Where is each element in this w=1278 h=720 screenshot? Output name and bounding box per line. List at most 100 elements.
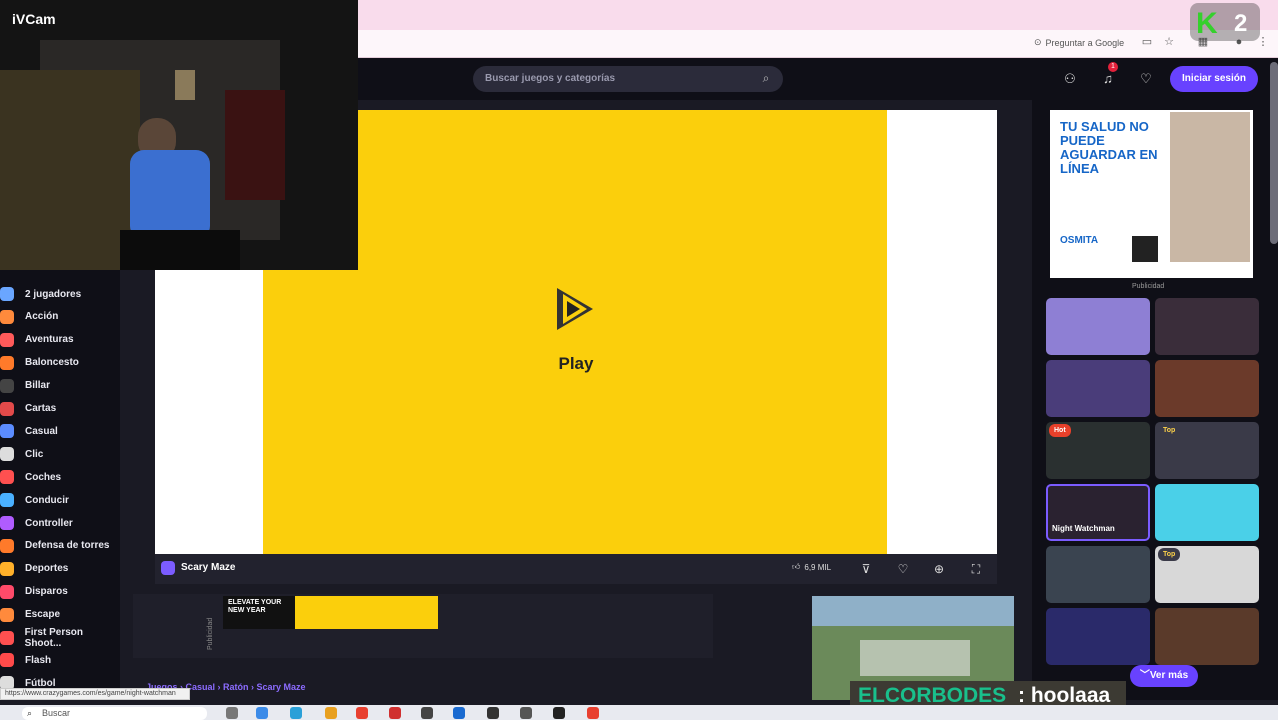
sidebar-item[interactable]: Aventuras — [0, 329, 120, 351]
game-title: Scary Maze — [181, 562, 236, 573]
ad-label: Publicidad — [207, 617, 214, 650]
webcam-poster — [0, 70, 140, 270]
sidebar-item[interactable]: Cartas — [0, 398, 120, 420]
ad-banner-text[interactable]: ELEVATE YOUR NEW YEAR — [223, 596, 295, 629]
casual-icon — [0, 424, 14, 439]
game-thumbnail[interactable]: Top — [1155, 546, 1259, 603]
chevron-down-icon: ﹀ — [1139, 670, 1150, 681]
friends-icon[interactable]: ⚇ — [1056, 66, 1084, 92]
search-icon[interactable]: ⌕ — [758, 71, 774, 87]
page-scrollbar[interactable] — [1270, 62, 1278, 244]
brave-icon[interactable] — [389, 707, 401, 719]
webcam-door — [225, 90, 285, 200]
game-thumbnail[interactable] — [1155, 608, 1259, 665]
obs-icon[interactable] — [553, 707, 565, 719]
car-icon — [0, 470, 14, 485]
heart-icon[interactable]: ♡ — [1132, 66, 1160, 92]
game-thumbnail[interactable]: Hot — [1046, 422, 1150, 479]
share-icon[interactable]: ⊕ — [929, 559, 949, 579]
taskbar-search[interactable]: Buscar — [22, 707, 207, 720]
task-view-icon[interactable] — [226, 707, 238, 719]
sidebar-item[interactable]: Deportes — [0, 558, 120, 580]
explorer-icon[interactable] — [325, 707, 337, 719]
k2-logo: K 2 — [1190, 3, 1260, 41]
game-thumbnail[interactable] — [1046, 546, 1150, 603]
game-thumbnail[interactable] — [1155, 298, 1259, 355]
ver-mas-button[interactable]: ﹀Ver más — [1130, 665, 1198, 687]
sidebar-item[interactable]: 2 jugadores — [0, 283, 120, 305]
sidebar-item-label: Disparos — [25, 586, 68, 598]
favorite-heart-icon[interactable]: ♡ — [893, 559, 913, 579]
game-thumbnail[interactable] — [1046, 608, 1150, 665]
sidebar-item-label: First Person Shoot... — [24, 626, 84, 649]
sidebar-item[interactable]: Coches — [0, 466, 120, 488]
tower-icon — [0, 538, 14, 553]
cast-icon[interactable]: ▭ — [1140, 35, 1154, 49]
door-icon — [0, 607, 14, 622]
sidebar-item-label: Aventuras — [25, 334, 74, 346]
sidebar-item[interactable]: Clic — [0, 443, 120, 465]
webcam-frame — [175, 70, 195, 100]
like-button[interactable]: 👍︎ 6,9 MIL — [792, 562, 831, 572]
flash-icon — [0, 653, 14, 668]
ver-mas-label: Ver más — [1149, 670, 1189, 681]
sidebar-item[interactable]: Defensa de torres — [0, 535, 120, 557]
bookmark-star-icon[interactable]: ☆ — [1162, 35, 1176, 49]
crosshair-icon — [0, 630, 14, 645]
login-button[interactable]: Iniciar sesión — [1170, 66, 1258, 92]
thumbs-up-icon: 👍︎ — [792, 562, 801, 571]
sidebar-item[interactable]: Conducir — [0, 489, 120, 511]
sidebar-item-label: Controller — [25, 517, 73, 529]
game-thumbnail[interactable] — [1155, 484, 1259, 541]
fullscreen-icon[interactable]: ⛶ — [966, 559, 986, 579]
side-ad-label: Publicidad — [1132, 283, 1165, 290]
ask-google-button[interactable]: ⊙ Preguntar a Google — [1034, 37, 1124, 48]
notification-badge: 1 — [1108, 62, 1118, 72]
basketball-icon — [0, 355, 14, 370]
webcam-desk — [120, 230, 240, 270]
sidebar-item[interactable]: Casual — [0, 420, 120, 442]
sidebar-item-label: Billar — [25, 380, 51, 392]
chrome-icon[interactable] — [356, 707, 368, 719]
sports-icon — [0, 561, 14, 576]
sidebar-item[interactable]: Flash — [0, 649, 120, 671]
sidebar-item[interactable]: Billar — [0, 375, 120, 397]
sidebar-item[interactable]: First Person Shoot... — [0, 627, 120, 649]
side-ad-headline: TU SALUD NO PUEDE AGUARDAR EN LÍNEA — [1060, 119, 1158, 176]
sidebar-item-label: 2 jugadores — [25, 288, 82, 300]
like-count: 6,9 MIL — [804, 562, 832, 572]
ask-google-label: Preguntar a Google — [1045, 37, 1125, 48]
search-input[interactable]: Buscar juegos y categorías — [473, 66, 783, 92]
game-thumbnail[interactable] — [1046, 360, 1150, 417]
sidebar-item[interactable]: Controller — [0, 512, 120, 534]
thumbnail-label: Night Watchman — [1052, 524, 1115, 533]
sidebar-item[interactable]: Baloncesto — [0, 352, 120, 374]
app2-icon[interactable] — [487, 707, 499, 719]
gamepad-icon — [0, 516, 14, 530]
app-icon[interactable] — [421, 707, 433, 719]
thumbs-down-icon[interactable]: ⊽ — [856, 559, 876, 579]
edge-icon[interactable] — [256, 707, 268, 719]
cards-icon — [0, 401, 14, 416]
sidebar-item-label: Cartas — [25, 403, 57, 414]
sidebar-item[interactable]: Acción — [0, 306, 120, 328]
svg-text:K: K — [1196, 7, 1218, 40]
sidebar-item[interactable]: Escape — [0, 604, 120, 626]
game-thumbnail[interactable] — [1155, 360, 1259, 417]
webcam-person-body — [130, 150, 210, 240]
sidebar-item-label: Casual — [25, 425, 58, 437]
webcam-title: iVCam — [12, 11, 56, 27]
play-icon[interactable] — [553, 286, 599, 332]
game-thumbnail[interactable]: Top — [1155, 422, 1259, 479]
billiard-icon — [0, 378, 14, 393]
game-thumbnail[interactable] — [1046, 298, 1150, 355]
sidebar-item-label: Flash — [25, 654, 52, 666]
sidebar-item[interactable]: Disparos — [0, 581, 120, 603]
ps-icon[interactable] — [453, 707, 465, 719]
chrome2-icon[interactable] — [587, 707, 599, 719]
game-thumbnail[interactable]: Night Watchman — [1046, 484, 1150, 541]
store-icon[interactable] — [290, 707, 302, 719]
play-label[interactable]: Play — [540, 354, 612, 374]
unity-icon[interactable] — [520, 707, 532, 719]
qr-code-icon — [1132, 236, 1158, 262]
